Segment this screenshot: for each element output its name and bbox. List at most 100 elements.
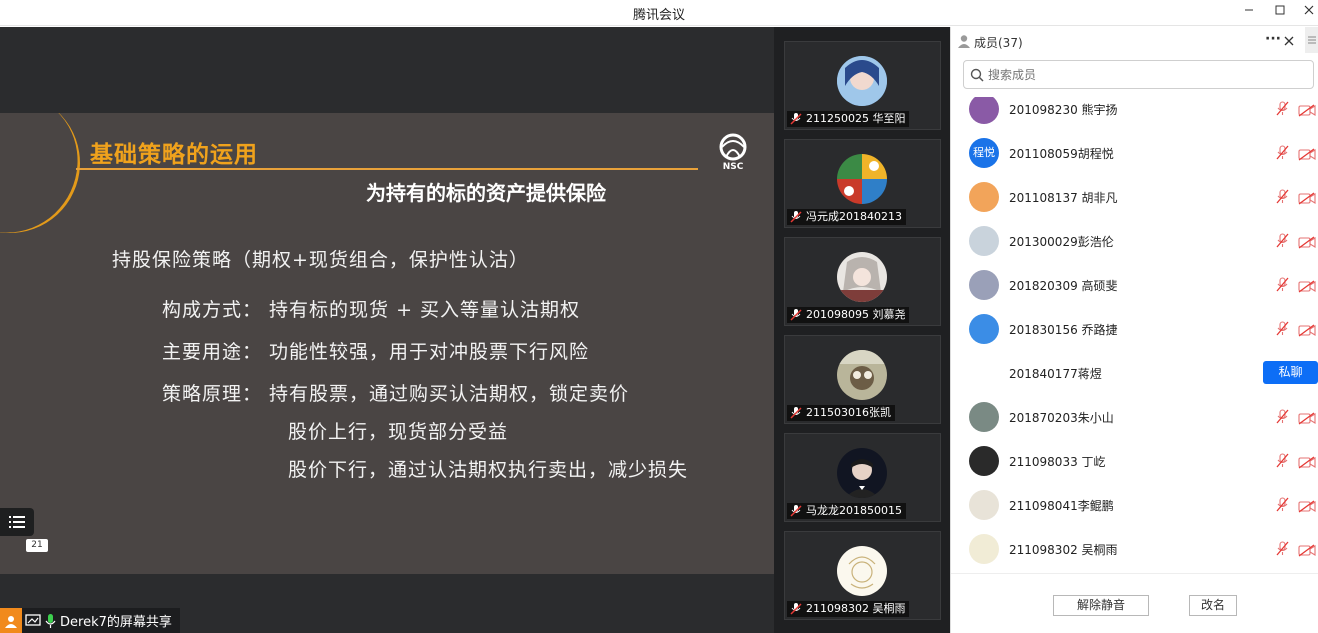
private-chat-button[interactable]: 私聊 xyxy=(1263,361,1318,384)
participant-name: 马龙龙201850015 xyxy=(806,504,902,517)
video-tile[interactable]: 211250025 华至阳 xyxy=(784,41,941,130)
video-tile[interactable]: 211098302 吴桐雨 xyxy=(784,531,941,620)
mic-muted-icon xyxy=(790,309,802,321)
member-avatar xyxy=(969,182,999,212)
slide-line-2: 构成方式： 持有标的现货 + 买入等量认沽期权 xyxy=(162,299,581,321)
page-number-badge: 21 xyxy=(26,539,48,552)
camera-off-icon[interactable] xyxy=(1298,102,1316,117)
minimize-icon xyxy=(1245,9,1253,11)
close-panel-icon[interactable] xyxy=(1283,35,1295,47)
camera-off-icon[interactable] xyxy=(1298,234,1316,249)
camera-off-icon[interactable] xyxy=(1298,278,1316,293)
video-tile[interactable]: 冯元成201840213 xyxy=(784,139,941,228)
panel-collapse-handle[interactable] xyxy=(1305,27,1318,53)
mic-muted-icon xyxy=(790,211,802,223)
camera-off-icon[interactable] xyxy=(1298,410,1316,425)
member-row[interactable]: 211098033 丁屹 xyxy=(951,439,1318,483)
close-button[interactable] xyxy=(1300,4,1318,22)
participant-avatar xyxy=(837,350,887,400)
mic-muted-icon[interactable] xyxy=(1275,497,1290,512)
mic-muted-icon[interactable] xyxy=(1275,541,1290,556)
close-icon xyxy=(1304,5,1314,15)
mic-muted-icon xyxy=(790,603,802,615)
video-tile-label: 211503016张凯 xyxy=(787,405,895,421)
unmute-all-button[interactable]: 解除静音 xyxy=(1053,595,1149,616)
members-panel: 成员(37) ··· 201098230 熊宇扬程悦 201108059胡程悦 20… xyxy=(950,27,1318,633)
nsc-logo: NSC xyxy=(712,133,754,172)
video-tile-label: 马龙龙201850015 xyxy=(787,503,906,519)
mic-muted-icon[interactable] xyxy=(1275,453,1290,468)
member-row[interactable]: 211098302 吴桐雨 xyxy=(951,527,1318,571)
slide-line-6: 股价下行，通过认沽期权执行卖出，减少损失 xyxy=(288,459,689,481)
list-icon xyxy=(9,516,25,528)
member-name: 201098230 熊宇扬 xyxy=(1009,103,1118,117)
mic-muted-icon[interactable] xyxy=(1275,409,1290,424)
slide-line-4: 策略原理： 持有股票，通过购买认沽期权，锁定卖价 xyxy=(162,383,630,405)
camera-off-icon[interactable] xyxy=(1298,190,1316,205)
camera-off-icon[interactable] xyxy=(1298,322,1316,337)
mic-muted-icon[interactable] xyxy=(1275,189,1290,204)
member-name: 201830156 乔路捷 xyxy=(1009,323,1118,337)
mic-muted-icon[interactable] xyxy=(1275,277,1290,292)
participant-avatar xyxy=(837,252,887,302)
camera-off-icon[interactable] xyxy=(1298,454,1316,469)
member-name: 201820309 高硕斐 xyxy=(1009,279,1118,293)
person-icon xyxy=(958,35,970,48)
member-name: 201300029彭浩伦 xyxy=(1009,235,1114,249)
member-row[interactable]: 201870203朱小山 xyxy=(951,395,1318,439)
video-tile-label: 211098302 吴桐雨 xyxy=(787,601,910,617)
participant-avatar xyxy=(837,546,887,596)
slide-line-1: 持股保险策略（期权+现货组合，保护性认沽） xyxy=(112,249,529,271)
members-panel-header: 成员(37) ··· xyxy=(951,27,1318,55)
screen-share-bar: Derek7的屏幕共享 xyxy=(0,608,180,633)
shared-screen-area: 基础策略的运用 为持有的标的资产提供保险 NSC 持股保险策略（期权+现货组合，… xyxy=(0,27,774,633)
rename-button[interactable]: 改名 xyxy=(1189,595,1237,616)
member-name: 201840177蒋煜 xyxy=(1009,367,1102,381)
member-row[interactable]: 201108137 胡非凡 xyxy=(951,175,1318,219)
svg-text:NSC: NSC xyxy=(723,162,744,171)
user-icon xyxy=(0,608,22,633)
video-tile-label: 冯元成201840213 xyxy=(787,209,906,225)
slide-heading: 基础策略的运用 xyxy=(90,142,258,168)
member-search-box[interactable] xyxy=(963,60,1314,89)
video-tile[interactable]: 201098095 刘慕尧 xyxy=(784,237,941,326)
member-row[interactable]: 程悦 201108059胡程悦 xyxy=(951,131,1318,175)
mic-muted-icon[interactable] xyxy=(1275,233,1290,248)
member-row[interactable]: 201820309 高硕斐 xyxy=(951,263,1318,307)
member-avatar xyxy=(969,402,999,432)
member-row[interactable]: 201098230 熊宇扬 xyxy=(951,97,1318,131)
video-tile[interactable]: 马龙龙201850015 xyxy=(784,433,941,522)
member-name: 201108059胡程悦 xyxy=(1009,147,1114,161)
member-avatar xyxy=(969,314,999,344)
member-avatar xyxy=(969,534,999,564)
member-row[interactable]: 201830156 乔路捷 xyxy=(951,307,1318,351)
members-count-title: 成员(37) xyxy=(974,36,1023,50)
participant-name: 211098302 吴桐雨 xyxy=(806,602,906,615)
member-avatar xyxy=(969,270,999,300)
participant-avatar xyxy=(837,154,887,204)
participant-name: 201098095 刘慕尧 xyxy=(806,308,906,321)
member-row[interactable]: 201300029彭浩伦 xyxy=(951,219,1318,263)
slide-list-button[interactable] xyxy=(0,508,34,536)
member-search-input[interactable] xyxy=(988,67,1288,82)
video-tile[interactable]: 211503016张凯 xyxy=(784,335,941,424)
mic-muted-icon xyxy=(790,505,802,517)
camera-off-icon[interactable] xyxy=(1298,498,1316,513)
mic-muted-icon[interactable] xyxy=(1275,145,1290,160)
video-tile-label: 201098095 刘慕尧 xyxy=(787,307,910,323)
camera-off-icon[interactable] xyxy=(1298,542,1316,557)
camera-off-icon[interactable] xyxy=(1298,146,1316,161)
mic-muted-icon[interactable] xyxy=(1275,321,1290,336)
heading-underline xyxy=(76,168,698,170)
mic-muted-icon[interactable] xyxy=(1275,101,1290,116)
slide-subheading: 为持有的标的资产提供保险 xyxy=(366,181,606,205)
window-title: 腾讯会议 xyxy=(632,8,685,23)
member-avatar: 程悦 xyxy=(969,138,999,168)
participant-name: 211250025 华至阳 xyxy=(806,112,906,125)
member-name: 201108137 胡非凡 xyxy=(1009,191,1118,205)
more-options-button[interactable]: ··· xyxy=(1265,31,1281,47)
member-row[interactable]: 201840177蒋煜 私聊 xyxy=(951,351,1318,395)
maximize-button[interactable] xyxy=(1271,4,1289,22)
minimize-button[interactable] xyxy=(1240,4,1258,22)
member-row[interactable]: 211098041李鲲鹏 xyxy=(951,483,1318,527)
